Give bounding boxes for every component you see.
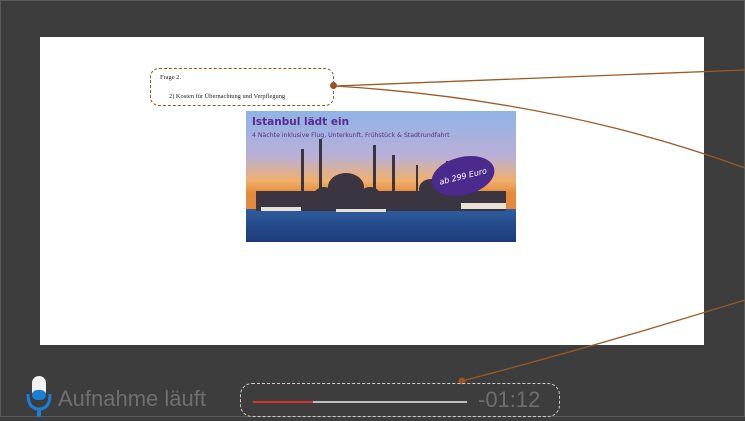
time-remaining: -01:12 [478, 387, 541, 412]
recording-progress-bar[interactable] [253, 401, 467, 403]
microphone-icon[interactable] [26, 376, 52, 421]
question-text: 2) Kosten für Übernachtung und Verpflegu… [169, 93, 286, 100]
recording-status-label: Aufnahme läuft [58, 386, 206, 411]
istanbul-ad-image: Istanbul lädt ein 4 Nächte inklusive Flu… [246, 111, 516, 242]
annotation-anchor-dot [330, 82, 337, 89]
recording-progress-fill [253, 401, 313, 403]
question-box[interactable]: Frage 2. 2) Kosten für Übernachtung und … [150, 68, 337, 106]
ad-subtitle: 4 Nächte inklusive Flug, Unterkunft, Frü… [252, 132, 450, 139]
question-title: Frage 2. [160, 74, 181, 81]
ad-title: Istanbul lädt ein [252, 116, 350, 128]
